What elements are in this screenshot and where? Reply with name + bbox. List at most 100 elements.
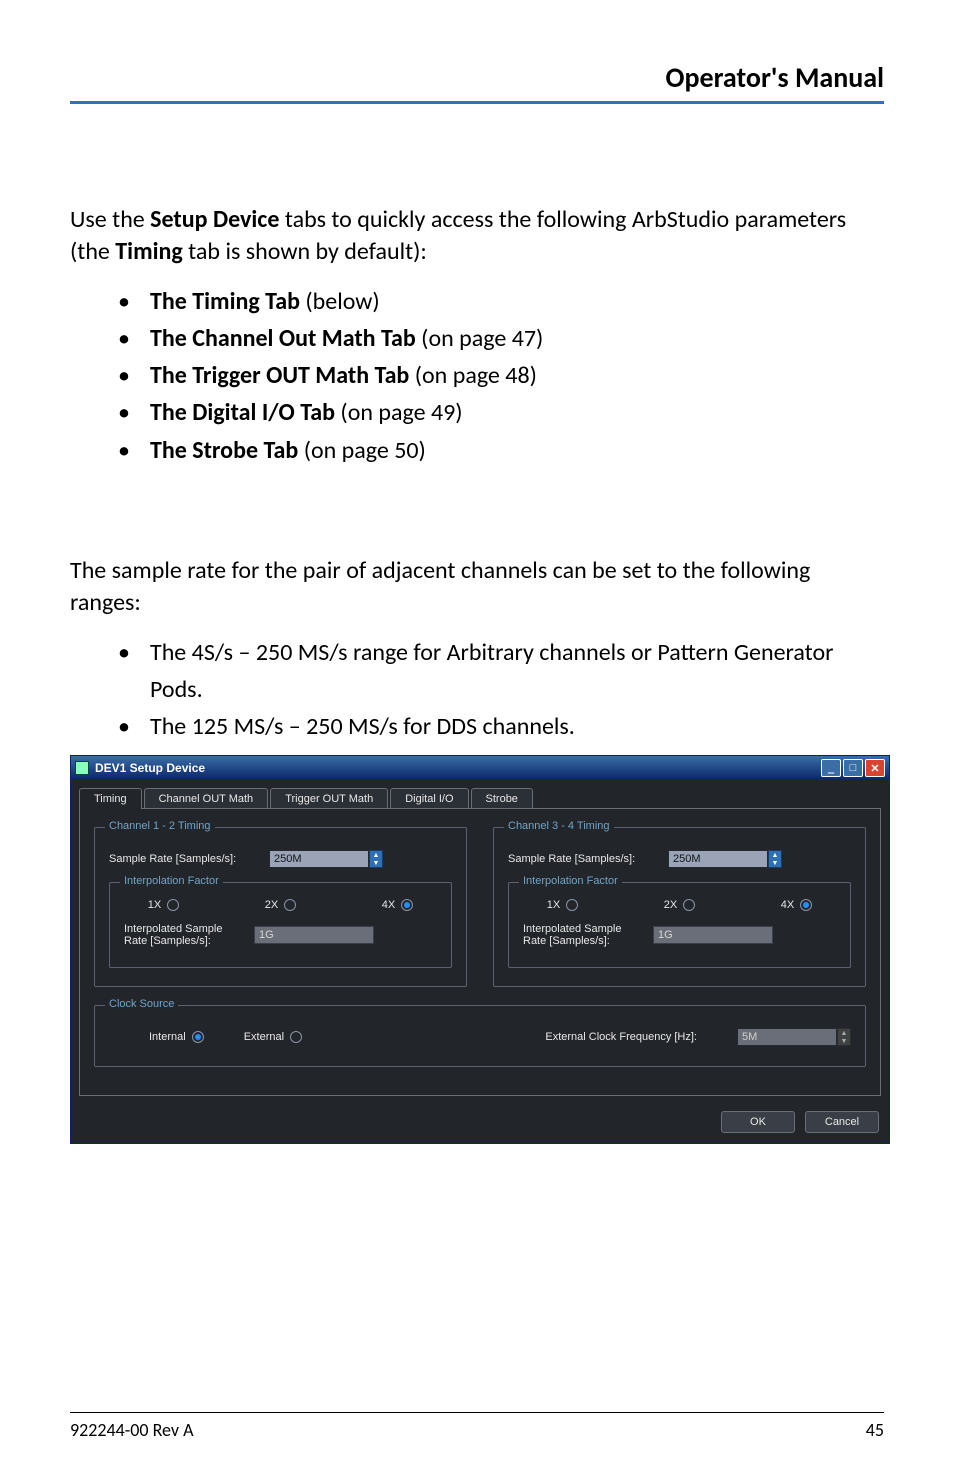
ranges-bullet-list: The 4S/s – 250 MS/s range for Arbitrary … — [70, 634, 884, 746]
ch12-sr-input[interactable] — [269, 850, 369, 868]
spinner-down-icon[interactable]: ▼ — [769, 859, 781, 867]
ch34-interp-1x[interactable]: 1X — [547, 899, 578, 911]
radio-label: 4X — [382, 899, 395, 911]
ext-clock-label: External Clock Frequency [Hz]: — [545, 1031, 697, 1043]
ch34-legend: Channel 3 - 4 Timing — [504, 820, 614, 832]
ch12-interp-2x[interactable]: 2X — [265, 899, 296, 911]
intro-post: tab is shown by default): — [183, 237, 427, 266]
radio-icon — [192, 1031, 204, 1043]
intro-paragraph: Use the Setup Device tabs to quickly acc… — [70, 204, 884, 269]
ext-clock-input-wrap: ▲▼ — [737, 1028, 851, 1046]
close-button[interactable]: ✕ — [865, 759, 885, 777]
ch12-isr-label: Interpolated Sample Rate [Samples/s]: — [124, 923, 244, 947]
ch34-interp-legend: Interpolation Factor — [519, 875, 622, 887]
list-item: The Trigger OUT Math Tab (on page 48) — [70, 357, 884, 394]
ch34-isr-output — [653, 926, 773, 944]
li-bold: The Channel Out Math Tab — [150, 324, 416, 353]
clock-internal[interactable]: Internal — [149, 1031, 204, 1043]
ch34-interp-2x[interactable]: 2X — [664, 899, 695, 911]
radio-icon — [167, 899, 179, 911]
tab-strip: Timing Channel OUT Math Trigger OUT Math… — [79, 788, 881, 809]
ch12-interp-legend: Interpolation Factor — [120, 875, 223, 887]
radio-icon — [290, 1031, 302, 1043]
ch34-interp-group: Interpolation Factor 1X 2X 4X Interpolat… — [508, 882, 851, 968]
ch12-sr-label: Sample Rate [Samples/s]: — [109, 853, 259, 865]
list-item: The Digital I/O Tab (on page 49) — [70, 394, 884, 431]
radio-icon — [284, 899, 296, 911]
footer-page-number: 45 — [866, 1419, 884, 1441]
ch34-interp-4x[interactable]: 4X — [781, 899, 812, 911]
ch12-interp-1x[interactable]: 1X — [148, 899, 179, 911]
header-rule — [70, 101, 884, 104]
ch34-sr-label: Sample Rate [Samples/s]: — [508, 853, 658, 865]
ok-button[interactable]: OK — [721, 1111, 795, 1133]
ch12-legend: Channel 1 - 2 Timing — [105, 820, 215, 832]
tab-timing[interactable]: Timing — [79, 788, 142, 809]
ext-clock-spinner: ▲▼ — [837, 1028, 851, 1046]
dialog-title: DEV1 Setup Device — [95, 761, 821, 775]
section2-intro: The sample rate for the pair of adjacent… — [70, 555, 884, 620]
radio-icon — [683, 899, 695, 911]
li-rest: (on page 47) — [416, 324, 544, 353]
list-item: The 4S/s – 250 MS/s range for Arbitrary … — [70, 634, 884, 708]
tab-strobe[interactable]: Strobe — [471, 788, 533, 809]
ch34-isr-label: Interpolated Sample Rate [Samples/s]: — [523, 923, 643, 947]
li-rest: (on page 50) — [298, 436, 426, 465]
list-item: The Strobe Tab (on page 50) — [70, 432, 884, 469]
radio-icon — [566, 899, 578, 911]
radio-label: 1X — [148, 899, 161, 911]
radio-label: 2X — [265, 899, 278, 911]
radio-label: 4X — [781, 899, 794, 911]
ch12-isr-output — [254, 926, 374, 944]
radio-label: External — [244, 1031, 284, 1043]
ch12-interp-4x[interactable]: 4X — [382, 899, 413, 911]
maximize-button[interactable]: □ — [843, 759, 863, 777]
list-item: The Channel Out Math Tab (on page 47) — [70, 320, 884, 357]
intro-bold-timing: Timing — [115, 237, 182, 266]
page-header-title: Operator's Manual — [70, 60, 884, 95]
radio-label: 2X — [664, 899, 677, 911]
dialog-button-bar: OK Cancel — [71, 1105, 889, 1143]
ch12-sr-input-wrap: ▲▼ — [269, 850, 383, 868]
spinner-down-icon: ▼ — [838, 1037, 850, 1045]
intro-pre: Use the — [70, 205, 150, 234]
tab-channel-out-math[interactable]: Channel OUT Math — [144, 788, 269, 809]
clock-external[interactable]: External — [244, 1031, 302, 1043]
ext-clock-input — [737, 1028, 837, 1046]
ch34-timing-group: Channel 3 - 4 Timing Sample Rate [Sample… — [493, 827, 866, 987]
spinner-up-icon[interactable]: ▲ — [769, 851, 781, 859]
li-rest: (on page 49) — [335, 398, 463, 427]
li-bold: The Timing Tab — [150, 287, 300, 316]
dialog-titlebar[interactable]: DEV1 Setup Device ‗ □ ✕ — [71, 756, 889, 780]
li-rest: (on page 48) — [409, 361, 537, 390]
radio-icon — [401, 899, 413, 911]
ch12-timing-group: Channel 1 - 2 Timing Sample Rate [Sample… — [94, 827, 467, 987]
clock-source-group: Clock Source Internal External External … — [94, 1005, 866, 1067]
footer-left: 922244-00 Rev A — [70, 1419, 194, 1441]
minimize-button[interactable]: ‗ — [821, 759, 841, 777]
radio-label: Internal — [149, 1031, 186, 1043]
setup-device-dialog: DEV1 Setup Device ‗ □ ✕ Timing Channel O… — [70, 755, 890, 1144]
ch12-sr-spinner[interactable]: ▲▼ — [369, 850, 383, 868]
ch34-sr-input-wrap: ▲▼ — [668, 850, 782, 868]
li-bold: The Trigger OUT Math Tab — [150, 361, 409, 390]
spinner-up-icon: ▲ — [838, 1029, 850, 1037]
tab-trigger-out-math[interactable]: Trigger OUT Math — [270, 788, 388, 809]
li-rest: (below) — [300, 287, 380, 316]
page-footer: 922244-00 Rev A 45 — [70, 1412, 884, 1441]
spinner-up-icon[interactable]: ▲ — [370, 851, 382, 859]
list-item: The Timing Tab (below) — [70, 283, 884, 320]
li-bold: The Strobe Tab — [150, 436, 298, 465]
radio-label: 1X — [547, 899, 560, 911]
intro-bold-setup-device: Setup Device — [150, 205, 279, 234]
ch34-sr-spinner[interactable]: ▲▼ — [768, 850, 782, 868]
clock-source-legend: Clock Source — [105, 998, 178, 1010]
li-bold: The Digital I/O Tab — [150, 398, 335, 427]
ch34-sr-input[interactable] — [668, 850, 768, 868]
app-icon — [75, 761, 89, 775]
ch12-interp-group: Interpolation Factor 1X 2X 4X Interpolat… — [109, 882, 452, 968]
tab-digital-io[interactable]: Digital I/O — [390, 788, 468, 809]
spinner-down-icon[interactable]: ▼ — [370, 859, 382, 867]
tabs-bullet-list: The Timing Tab (below) The Channel Out M… — [70, 283, 884, 469]
cancel-button[interactable]: Cancel — [805, 1111, 879, 1133]
